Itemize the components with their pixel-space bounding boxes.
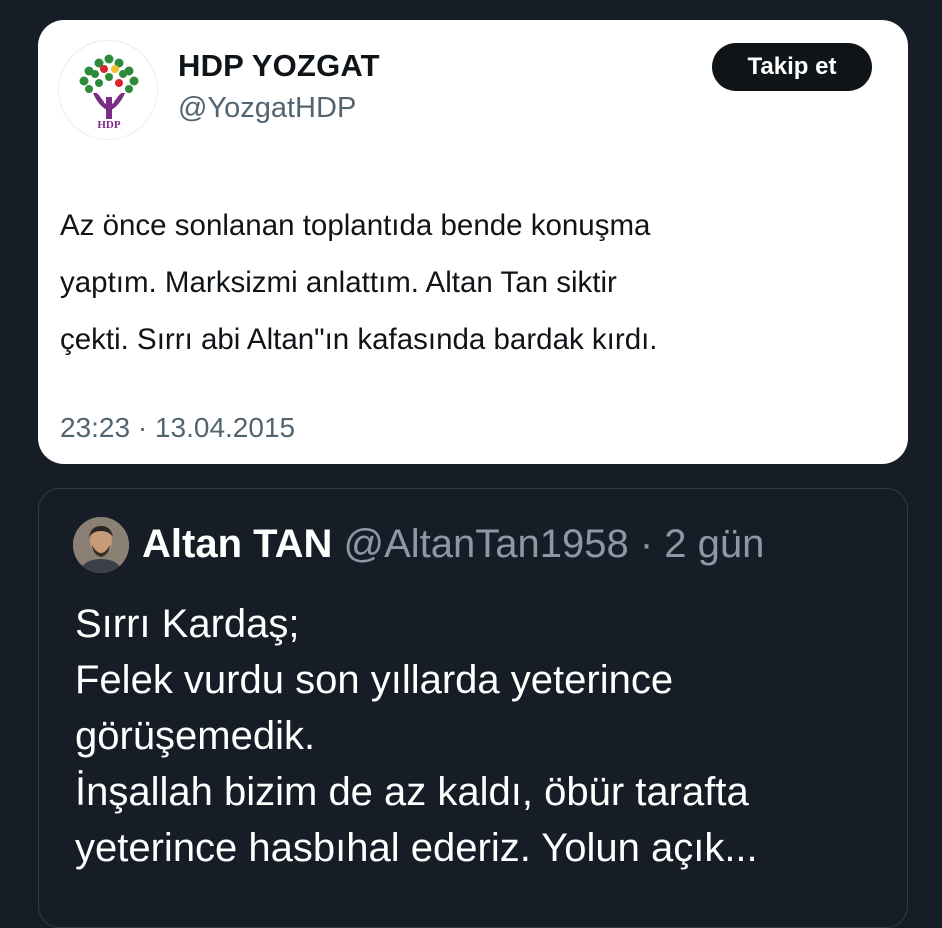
quote-time[interactable]: 2 gün <box>664 522 764 566</box>
person-avatar-icon <box>73 517 129 573</box>
tweet-text-line: yaptım. Marksizmi anlattım. Altan Tan si… <box>60 266 617 299</box>
tweet-text-line: Az önce sonlanan toplantıda bende konuşm… <box>60 209 651 242</box>
handle[interactable]: @YozgatHDP <box>178 92 356 125</box>
quote-avatar[interactable] <box>73 517 129 573</box>
quote-text-line: görüşemedik. <box>75 714 316 758</box>
timestamp[interactable]: 23:23 · 13.04.2015 <box>60 412 295 444</box>
follow-button[interactable]: Takip et <box>712 43 872 91</box>
quote-handle[interactable]: @AltanTan1958 <box>343 522 628 566</box>
avatar[interactable]: HDP <box>58 40 158 140</box>
quote-text-line: Sırrı Kardaş; <box>75 602 300 646</box>
tweet-text: Az önce sonlanan toplantıda bende konuşm… <box>60 197 890 368</box>
display-name[interactable]: HDP YOZGAT <box>178 48 380 84</box>
quote-separator: · <box>628 522 665 566</box>
quote-display-name[interactable]: Altan TAN <box>142 522 332 566</box>
tweet-text-line: çekti. Sırrı abi Altan"ın kafasında bard… <box>60 323 658 356</box>
quote-text-line: yeterince hasbıhal ederiz. Yolun açık... <box>75 826 758 870</box>
quote-text: Sırrı Kardaş; Felek vurdu son yıllarda y… <box>75 596 758 876</box>
logo-text: HDP <box>97 119 121 131</box>
quote-text-line: Felek vurdu son yıllarda yeterince <box>75 658 674 702</box>
quote-text-line: İnşallah bizim de az kaldı, öbür tarafta <box>75 770 749 814</box>
quote-header: Altan TAN @AltanTan1958 · 2 gün <box>142 522 764 567</box>
